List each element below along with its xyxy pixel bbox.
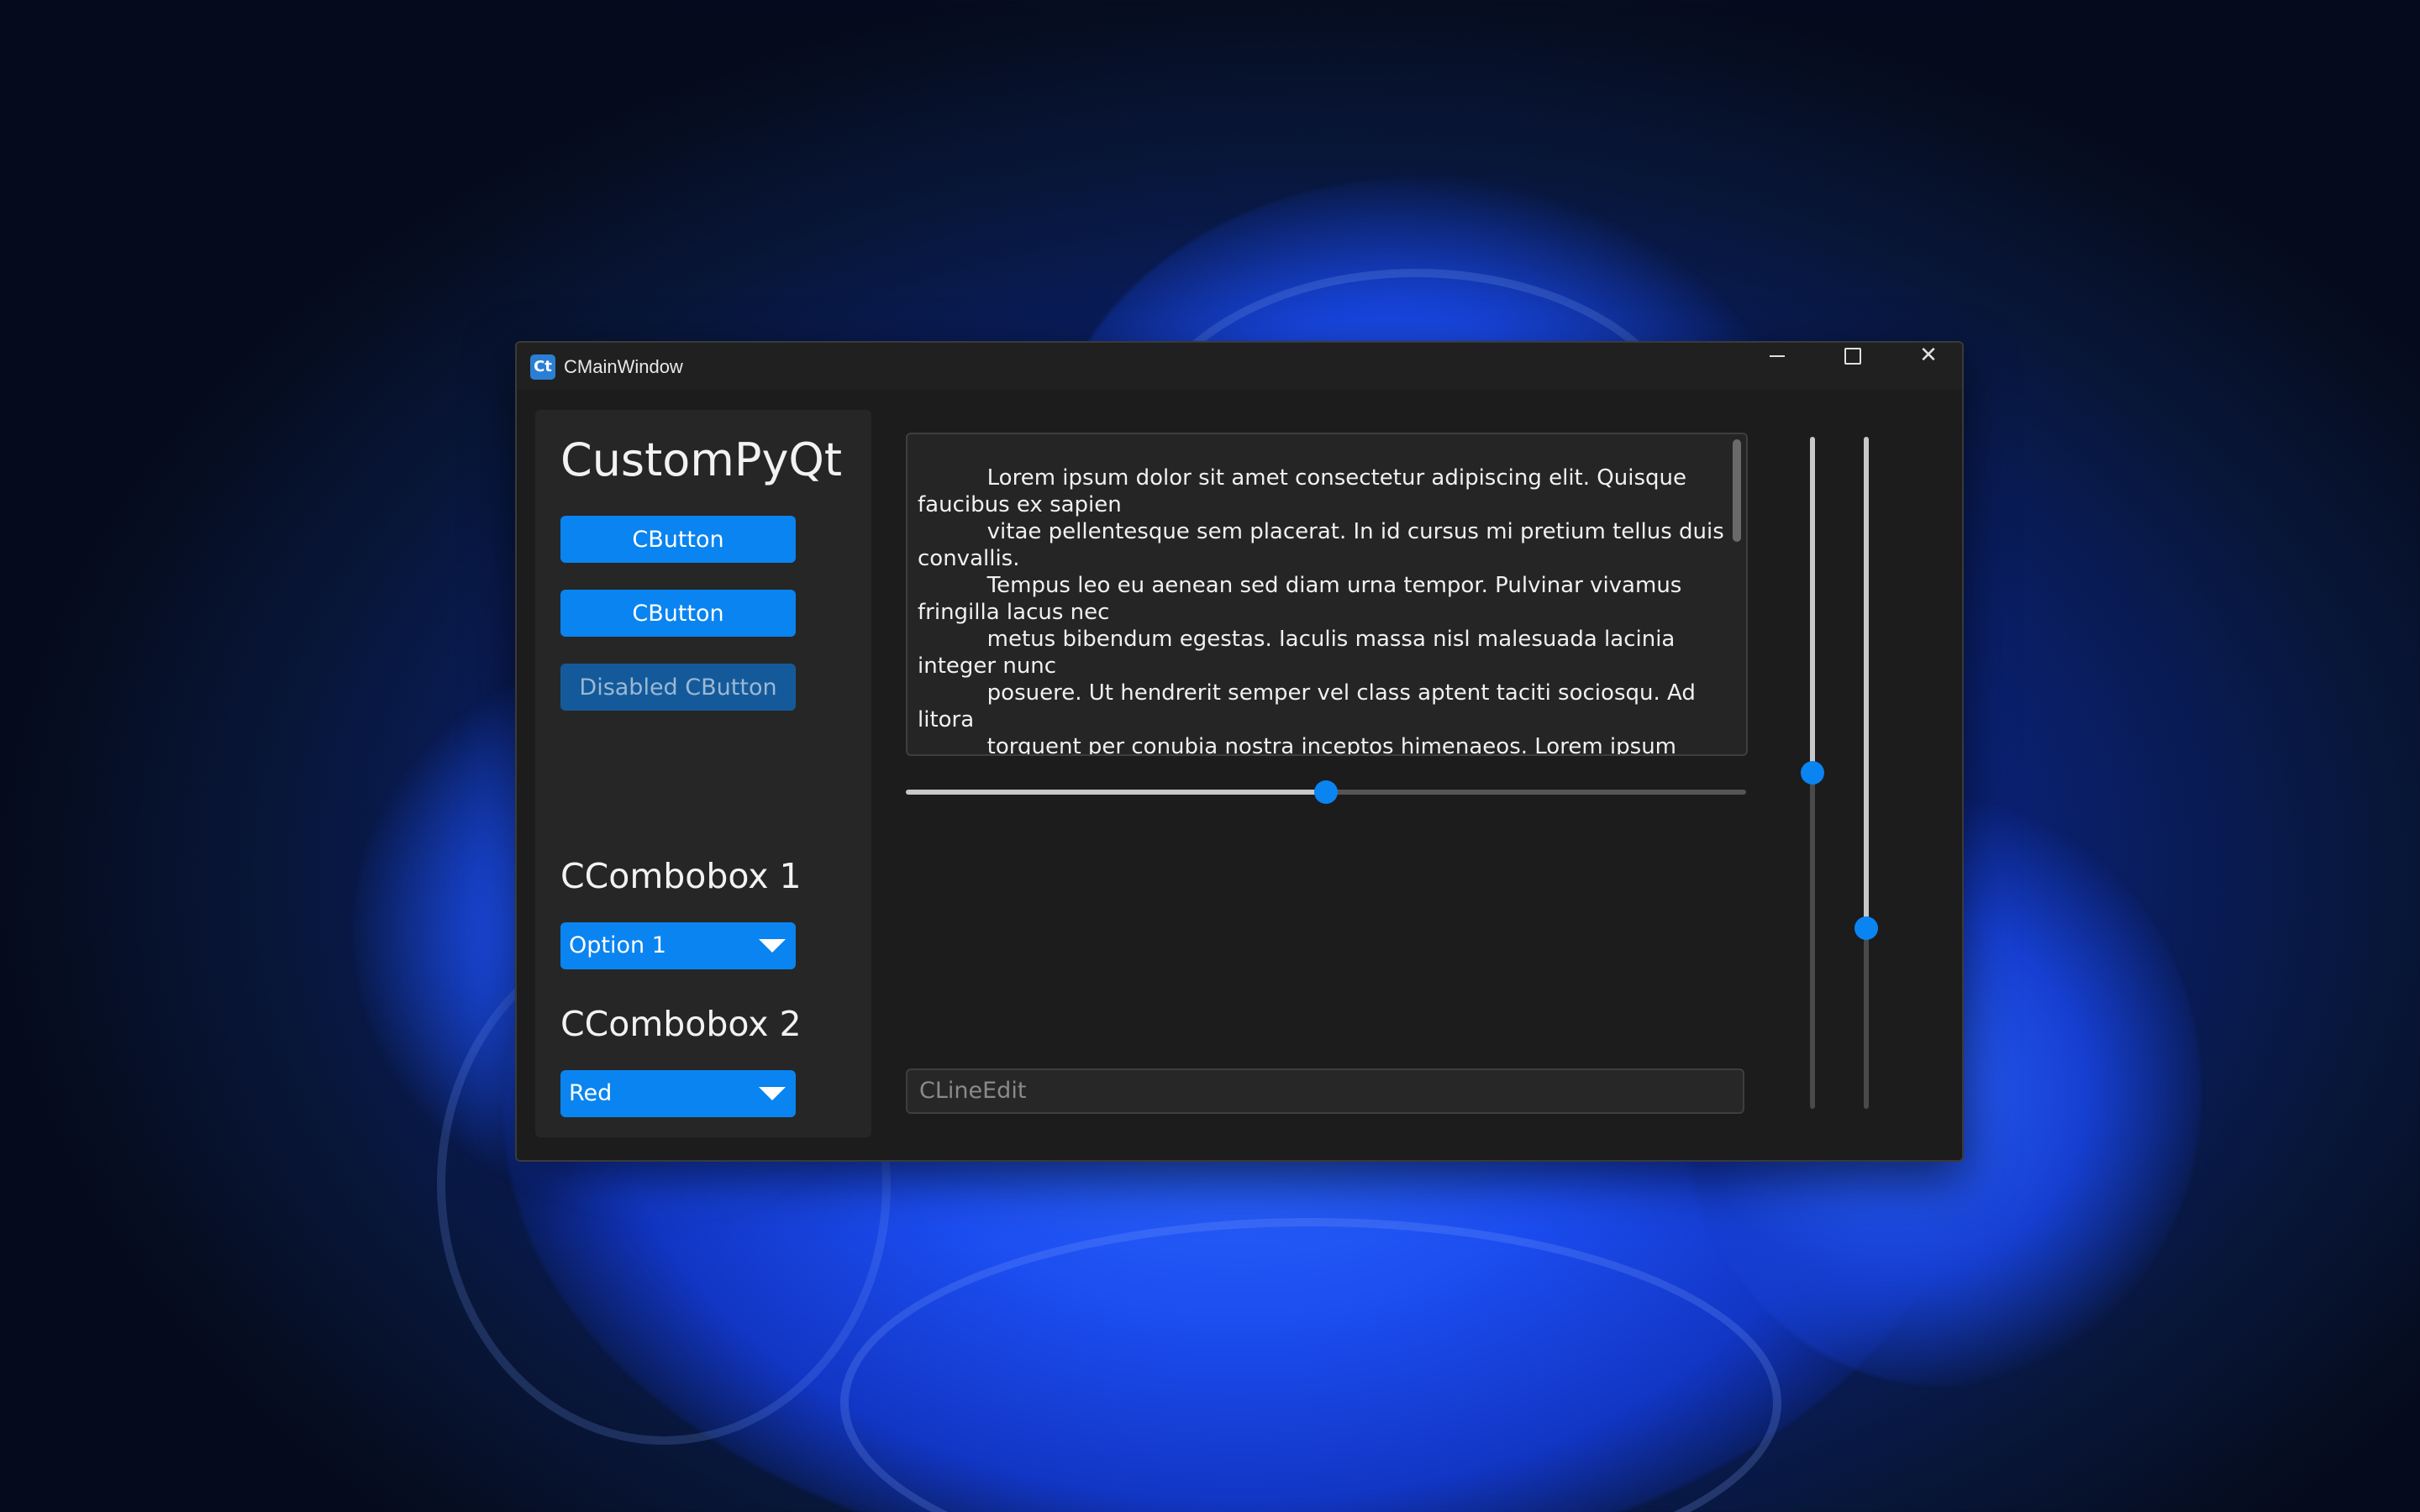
slider-fill [1810,437,1815,773]
app-heading: CustomPyQt [560,433,843,486]
maximize-button[interactable] [1816,343,1890,390]
combobox-1-heading: CCombobox 1 [560,856,802,896]
slider-fill [1864,437,1869,929]
slider-track [1864,928,1869,1109]
disabled-cbutton: Disabled CButton [560,664,796,711]
minimize-button[interactable] [1740,343,1814,390]
title-bar[interactable]: Ct CMainWindow ✕ [517,343,1962,390]
left-panel: CustomPyQt CButton CButton Disabled CBut… [535,410,871,1137]
chevron-down-icon [759,939,786,953]
combobox-1[interactable]: Option 1 [560,922,796,969]
main-window: Ct CMainWindow ✕ CustomPyQt CButton CBut… [515,341,1964,1162]
slider-fill [906,790,1326,795]
combobox-2-heading: CCombobox 2 [560,1004,802,1044]
combobox-2[interactable]: Red [560,1070,796,1117]
combobox-1-value: Option 1 [569,932,666,958]
line-edit[interactable] [906,1068,1744,1114]
text-edit[interactable]: Lorem ipsum dolor sit amet consectetur a… [906,433,1748,756]
vertical-slider-1[interactable] [1800,437,1825,1109]
maximize-icon [1844,347,1861,365]
app-icon: Ct [530,354,555,380]
text-edit-scrollbar[interactable] [1733,439,1741,542]
slider-track [1810,773,1815,1109]
slider-handle[interactable] [1854,916,1878,941]
text-edit-content: Lorem ipsum dolor sit amet consectetur a… [918,465,1724,756]
slider-handle[interactable] [1314,780,1338,804]
vertical-slider-2[interactable] [1854,437,1879,1109]
cbutton-2[interactable]: CButton [560,590,796,637]
horizontal-slider[interactable] [906,780,1746,805]
chevron-down-icon [759,1087,786,1100]
cbutton-1[interactable]: CButton [560,516,796,563]
close-button[interactable]: ✕ [1891,343,1962,390]
slider-handle[interactable] [1801,761,1824,785]
minimize-icon [1770,354,1785,357]
close-icon: ✕ [1919,343,1938,368]
combobox-2-value: Red [569,1080,613,1106]
window-title: CMainWindow [564,356,683,377]
